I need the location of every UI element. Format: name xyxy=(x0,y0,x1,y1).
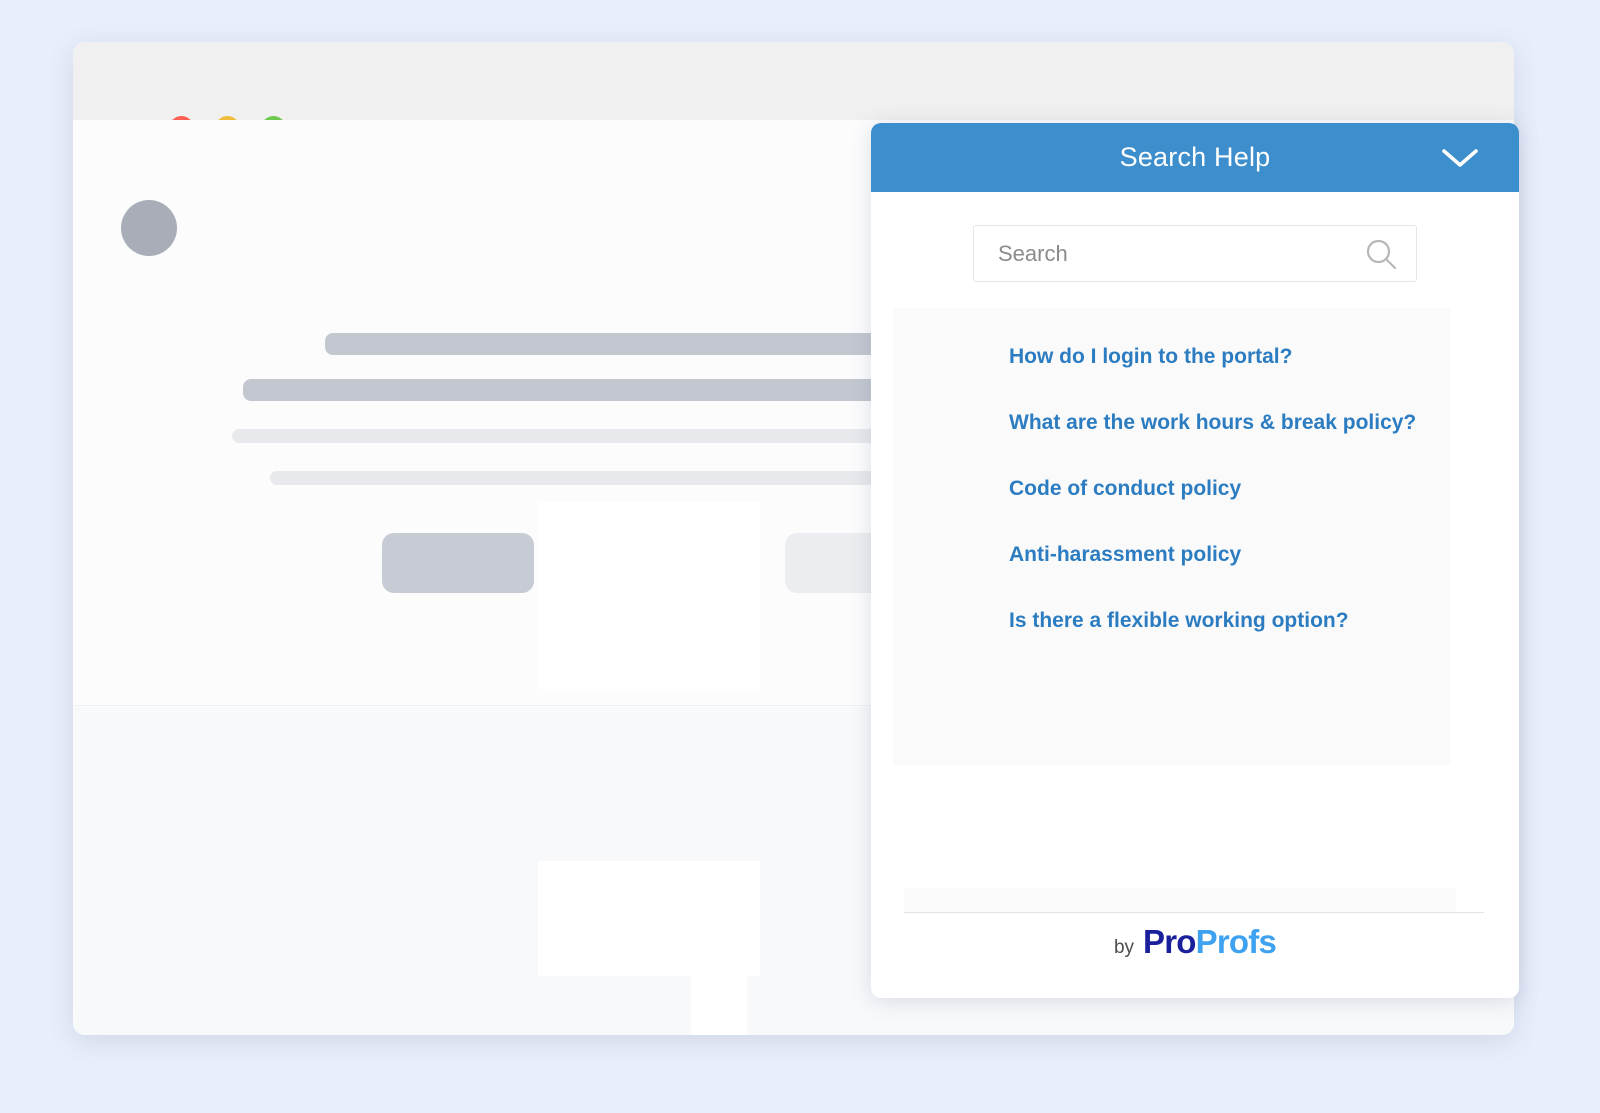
search-icon[interactable] xyxy=(1362,235,1400,273)
skeleton-avatar xyxy=(121,200,177,256)
branding-by-label: by xyxy=(1113,937,1135,958)
faq-link-list: How do I login to the portal? What are t… xyxy=(893,308,1450,765)
branding-logo: ProProfs xyxy=(1143,923,1277,961)
branding-logo-pro: Pro xyxy=(1143,923,1196,960)
search-help-panel: Search Help How do I login to the portal… xyxy=(871,123,1519,998)
faq-link-work-hours[interactable]: What are the work hours & break policy? xyxy=(893,412,1450,433)
skeleton-mask-tail xyxy=(691,939,747,1035)
faq-link-flexible-working[interactable]: Is there a flexible working option? xyxy=(893,610,1450,631)
faq-link-login[interactable]: How do I login to the portal? xyxy=(893,346,1450,367)
search-help-header: Search Help xyxy=(871,123,1519,192)
search-box[interactable] xyxy=(973,225,1417,282)
faq-link-anti-harassment[interactable]: Anti-harassment policy xyxy=(893,544,1450,565)
proprofs-branding[interactable]: by ProProfs xyxy=(871,923,1519,961)
skeleton-button-1 xyxy=(382,533,534,593)
search-input[interactable] xyxy=(974,240,1416,267)
search-help-title: Search Help xyxy=(1119,142,1271,172)
search-row xyxy=(871,192,1519,282)
branding-logo-profs: Profs xyxy=(1195,923,1277,960)
footer-divider xyxy=(904,912,1484,913)
chevron-down-icon[interactable] xyxy=(1437,135,1483,181)
skeleton-mask-upper xyxy=(538,502,760,689)
browser-title-bar xyxy=(73,42,1514,120)
footer-placeholder-bar xyxy=(904,888,1456,912)
faq-link-code-of-conduct[interactable]: Code of conduct policy xyxy=(893,478,1450,499)
